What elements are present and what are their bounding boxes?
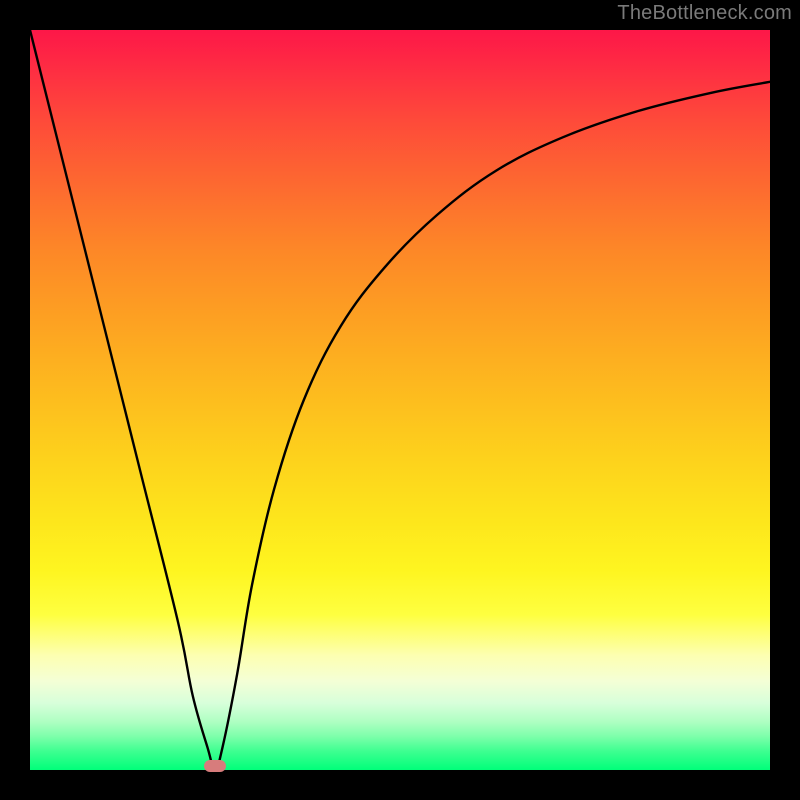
watermark-text: TheBottleneck.com [617, 2, 792, 25]
plot-area [30, 30, 770, 770]
bottleneck-curve [30, 30, 770, 770]
minimum-marker [204, 760, 226, 772]
chart-frame: TheBottleneck.com [0, 0, 800, 800]
